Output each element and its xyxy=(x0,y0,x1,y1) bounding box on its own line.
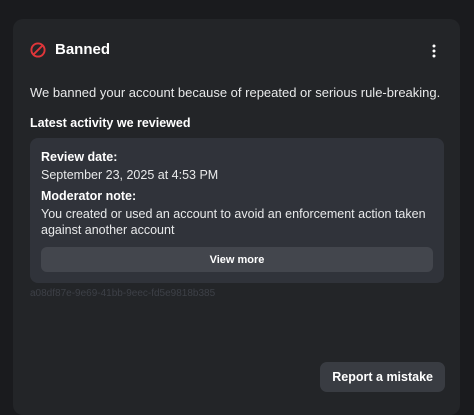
review-date-value: September 23, 2025 at 4:53 PM xyxy=(41,168,219,182)
view-more-button[interactable]: View more xyxy=(41,247,433,272)
notice-title: Banned xyxy=(55,41,111,58)
report-mistake-button[interactable]: Report a mistake xyxy=(320,362,445,392)
reference-id: a08df87e-9e69-41bb-9eec-fd5e9818b385 xyxy=(30,288,216,299)
ban-message: We banned your account because of repeat… xyxy=(30,85,441,100)
activity-card: Review date: September 23, 2025 at 4:53 … xyxy=(30,138,444,283)
notice-header: Banned xyxy=(30,41,110,58)
more-options-button[interactable] xyxy=(424,41,444,61)
ban-notice-panel: Banned We banned your account because of… xyxy=(13,19,460,415)
moderator-note-value: You created or used an account to avoid … xyxy=(41,207,426,237)
more-vertical-icon xyxy=(432,44,436,58)
moderator-note-label: Moderator note: xyxy=(41,189,137,203)
ban-icon xyxy=(30,41,46,58)
review-date-label: Review date: xyxy=(41,150,118,164)
activity-heading: Latest activity we reviewed xyxy=(30,116,191,130)
